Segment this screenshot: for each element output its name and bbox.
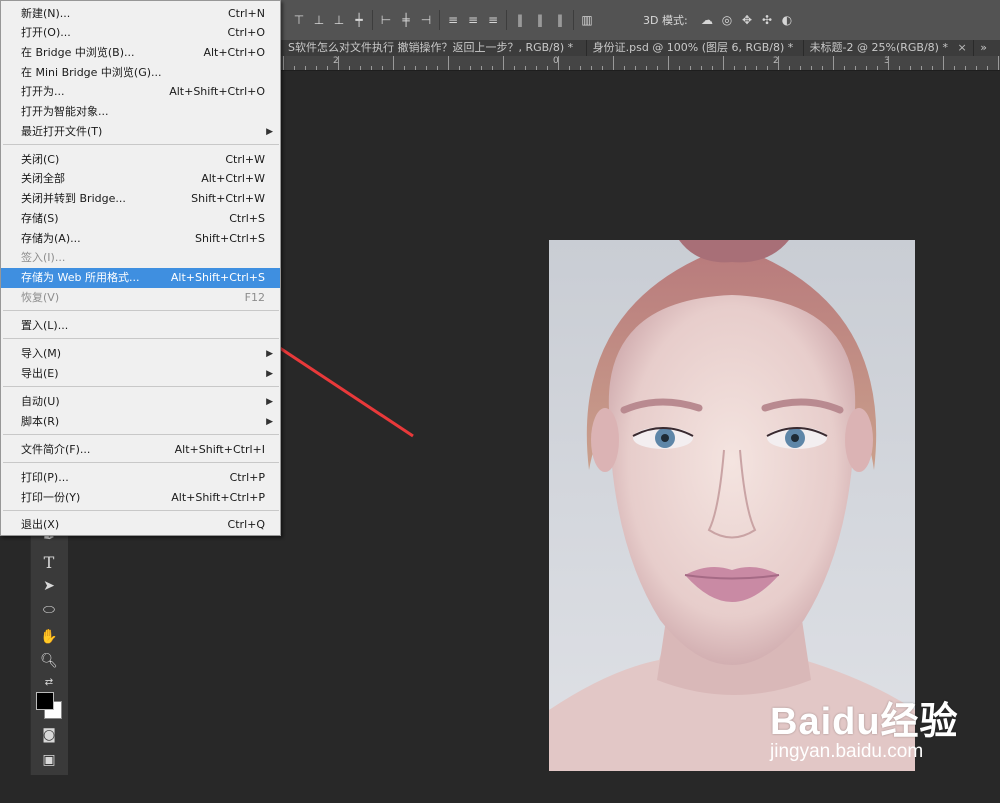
menu-item-close-all[interactable]: 关闭全部 Alt+Ctrl+W (1, 169, 280, 189)
menu-item-label: 自动(U) (21, 395, 60, 408)
menu-item-shortcut: Alt+Ctrl+W (201, 172, 265, 185)
menu-item-shortcut: Ctrl+Q (227, 518, 265, 531)
menu-item-label: 关闭并转到 Bridge... (21, 192, 126, 205)
menu-item-close[interactable]: 关闭(C) Ctrl+W (1, 150, 280, 170)
menu-item-recent-files[interactable]: 最近打开文件(T) ▶ (1, 122, 280, 142)
menu-item-save-as[interactable]: 存储为(A)... Shift+Ctrl+S (1, 229, 280, 249)
menu-item-label: 打开为... (21, 85, 65, 98)
menu-item-label: 存储为(A)... (21, 232, 81, 245)
menu-item-open-as[interactable]: 打开为... Alt+Shift+Ctrl+O (1, 82, 280, 102)
menu-item-label: 置入(L)... (21, 319, 69, 332)
menu-item-save-for-web[interactable]: 存储为 Web 所用格式... Alt+Shift+Ctrl+S (1, 268, 280, 288)
menu-item-browse-bridge[interactable]: 在 Bridge 中浏览(B)... Alt+Ctrl+O (1, 43, 280, 63)
menu-item-shortcut: Alt+Shift+Ctrl+I (174, 443, 265, 456)
menu-item-label: 打开为智能对象... (21, 105, 109, 118)
menu-item-shortcut: Ctrl+P (229, 471, 265, 484)
menu-item-label: 文件简介(F)... (21, 443, 91, 456)
menu-item-label: 关闭全部 (21, 172, 65, 185)
menu-item-label: 打开(O)... (21, 26, 71, 39)
menu-item-shortcut: F12 (244, 291, 265, 304)
menu-item-shortcut: Shift+Ctrl+S (195, 232, 265, 245)
menu-item-shortcut: Alt+Ctrl+O (203, 46, 265, 59)
menu-item-scripts[interactable]: 脚本(R) ▶ (1, 412, 280, 432)
menu-item-label: 打印一份(Y) (21, 491, 81, 504)
menu-item-shortcut: Alt+Shift+Ctrl+S (170, 271, 265, 284)
menu-item-label: 脚本(R) (21, 415, 60, 428)
menu-item-save[interactable]: 存储(S) Ctrl+S (1, 209, 280, 229)
menu-item-export[interactable]: 导出(E) ▶ (1, 364, 280, 384)
submenu-arrow-icon: ▶ (266, 417, 273, 427)
menu-divider (3, 338, 279, 339)
menu-item-label: 新建(N)... (21, 7, 71, 20)
menu-item-check-in: 签入(I)... (1, 248, 280, 268)
menu-item-open-smart-object[interactable]: 打开为智能对象... (1, 102, 280, 122)
menu-divider (3, 310, 279, 311)
menu-item-close-go-bridge[interactable]: 关闭并转到 Bridge... Shift+Ctrl+W (1, 189, 280, 209)
menu-item-open[interactable]: 打开(O)... Ctrl+O (1, 23, 280, 43)
menu-item-label: 打印(P)... (21, 471, 69, 484)
menu-item-label: 最近打开文件(T) (21, 125, 103, 138)
menu-item-label: 关闭(C) (21, 153, 60, 166)
menu-item-label: 导入(M) (21, 347, 62, 360)
menu-divider (3, 434, 279, 435)
file-menu-dropdown: 新建(N)... Ctrl+N 打开(O)... Ctrl+O 在 Bridge 中… (0, 0, 281, 536)
menu-item-new[interactable]: 新建(N)... Ctrl+N (1, 4, 280, 24)
menu-item-import[interactable]: 导入(M) ▶ (1, 344, 280, 364)
menu-item-revert: 恢复(V) F12 (1, 288, 280, 308)
menu-item-shortcut: Ctrl+N (227, 7, 265, 20)
submenu-arrow-icon: ▶ (266, 349, 273, 359)
foreground-color-swatch[interactable] (36, 692, 54, 710)
menu-item-label: 在 Bridge 中浏览(B)... (21, 46, 135, 59)
menu-item-print[interactable]: 打印(P)... Ctrl+P (1, 468, 280, 488)
menu-item-label: 存储(S) (21, 212, 59, 225)
menu-item-label: 退出(X) (21, 518, 60, 531)
menu-item-shortcut: Alt+Shift+Ctrl+P (171, 491, 265, 504)
menu-item-shortcut: Ctrl+O (227, 26, 265, 39)
submenu-arrow-icon: ▶ (266, 397, 273, 407)
submenu-arrow-icon: ▶ (266, 127, 273, 137)
menu-item-label: 在 Mini Bridge 中浏览(G)... (21, 66, 162, 79)
menu-item-place[interactable]: 置入(L)... (1, 316, 280, 336)
menu-divider (3, 144, 279, 145)
menu-item-label: 存储为 Web 所用格式... (21, 271, 140, 284)
menu-item-shortcut: Ctrl+S (229, 212, 265, 225)
menu-item-file-info[interactable]: 文件简介(F)... Alt+Shift+Ctrl+I (1, 440, 280, 460)
menu-item-label: 导出(E) (21, 367, 59, 380)
submenu-arrow-icon: ▶ (266, 369, 273, 379)
menu-item-print-one-copy[interactable]: 打印一份(Y) Alt+Shift+Ctrl+P (1, 488, 280, 508)
menu-item-browse-mini-bridge[interactable]: 在 Mini Bridge 中浏览(G)... (1, 63, 280, 83)
menu-divider (3, 510, 279, 511)
menu-item-label: 恢复(V) (21, 291, 60, 304)
menu-item-exit[interactable]: 退出(X) Ctrl+Q (1, 515, 280, 535)
menu-item-shortcut: Alt+Shift+Ctrl+O (169, 85, 265, 98)
menu-item-shortcut: Shift+Ctrl+W (191, 192, 265, 205)
menu-item-label: 签入(I)... (21, 251, 66, 264)
menu-divider (3, 386, 279, 387)
menu-item-shortcut: Ctrl+W (225, 153, 265, 166)
menu-item-automate[interactable]: 自动(U) ▶ (1, 392, 280, 412)
menu-divider (3, 462, 279, 463)
